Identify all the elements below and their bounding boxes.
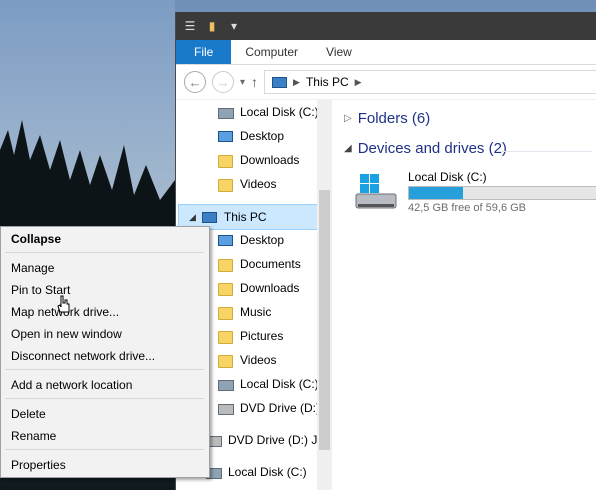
devices-group-header[interactable]: ◢ Devices and drives (2) <box>344 140 507 157</box>
menu-item-open-new-window[interactable]: Open in new window <box>11 327 122 341</box>
recent-locations-icon[interactable]: ▾ <box>240 77 245 88</box>
documents-folder-icon <box>218 256 234 272</box>
nav-item[interactable]: Music <box>218 300 271 324</box>
address-bar[interactable]: ▶ This PC ▶ <box>264 70 596 94</box>
nav-item[interactable]: Videos <box>218 172 276 196</box>
drive-usage-bar <box>408 186 596 200</box>
drive-usage-fill <box>409 187 464 199</box>
tab-file[interactable]: File <box>176 40 232 64</box>
menu-item-manage[interactable]: Manage <box>11 261 54 275</box>
collapse-arrow-icon: ◢ <box>344 143 352 154</box>
forest-silhouette <box>0 120 175 240</box>
breadcrumb-separator-icon: ▶ <box>293 76 300 87</box>
drive-icon <box>218 376 234 392</box>
local-disk-icon <box>355 174 397 209</box>
nav-item[interactable]: Pictures <box>218 324 283 348</box>
menu-separator <box>5 369 204 370</box>
menu-separator <box>5 252 204 253</box>
folders-group-header[interactable]: ▷ Folders (6) <box>344 110 430 127</box>
content-pane: ▷ Folders (6) ◢ Devices and drives (2) Loc… <box>334 100 596 490</box>
nav-item[interactable]: Desktop <box>218 228 284 252</box>
nav-scrollbar[interactable] <box>317 100 332 490</box>
quick-access-dropdown-icon[interactable]: ▾ <box>226 18 242 34</box>
nav-item[interactable]: Documents <box>218 252 301 276</box>
nav-item[interactable]: DVD Drive (D:) <box>218 396 320 420</box>
nav-item[interactable]: Local Disk (C:) <box>206 460 307 484</box>
drive-icon <box>218 104 234 120</box>
group-divider <box>502 151 592 152</box>
properties-icon[interactable]: ☰ <box>182 18 198 34</box>
collapse-arrow-icon[interactable]: ◢ <box>189 212 196 223</box>
nav-item[interactable]: Downloads <box>218 276 299 300</box>
nav-item[interactable]: Videos <box>218 348 276 372</box>
drive-tile[interactable]: Local Disk (C:) 42,5 GB free of 59,6 GB <box>352 170 596 220</box>
desktop-icon <box>218 232 234 248</box>
menu-item-delete[interactable]: Delete <box>11 407 46 421</box>
nav-item[interactable]: Local Disk (C:) <box>218 372 319 396</box>
downloads-folder-icon <box>218 152 234 168</box>
file-explorer-window: ☰ ▮ ▾ File Computer View ← → ▾ ↑ ▶ This … <box>175 12 596 490</box>
context-menu: Collapse Manage Pin to Start Map network… <box>0 226 210 478</box>
up-button[interactable]: ↑ <box>251 74 258 90</box>
menu-item-add-network-location[interactable]: Add a network location <box>11 378 132 392</box>
downloads-folder-icon <box>218 280 234 296</box>
nav-item[interactable]: Local Disk (C:) <box>218 100 319 124</box>
dvd-drive-icon <box>218 400 234 416</box>
breadcrumb-separator-icon[interactable]: ▶ <box>355 77 362 88</box>
drive-free-space: 42,5 GB free of 59,6 GB <box>408 202 527 214</box>
hand-cursor-icon <box>57 295 70 313</box>
tab-computer[interactable]: Computer <box>231 40 312 64</box>
ribbon-tabs: File Computer View <box>176 40 596 65</box>
computer-icon <box>201 209 218 225</box>
music-folder-icon <box>218 304 234 320</box>
expand-arrow-icon: ▷ <box>344 113 352 124</box>
address-path: This PC <box>305 75 349 89</box>
videos-folder-icon <box>218 176 234 192</box>
tab-view[interactable]: View <box>312 40 366 64</box>
menu-separator <box>5 449 204 450</box>
menu-item-disconnect-network-drive[interactable]: Disconnect network drive... <box>11 349 155 363</box>
back-button[interactable]: ← <box>184 71 206 93</box>
drive-name: Local Disk (C:) <box>408 170 487 184</box>
address-bar-row: ← → ▾ ↑ ▶ This PC ▶ <box>176 65 596 100</box>
scrollbar-thumb[interactable] <box>319 190 330 450</box>
menu-item-rename[interactable]: Rename <box>11 429 56 443</box>
nav-item[interactable]: Desktop <box>218 124 284 148</box>
nav-item[interactable]: Downloads <box>218 148 299 172</box>
videos-folder-icon <box>218 352 234 368</box>
new-folder-icon[interactable]: ▮ <box>204 18 220 34</box>
menu-separator <box>5 398 204 399</box>
pictures-folder-icon <box>218 328 234 344</box>
desktop-icon <box>218 128 234 144</box>
menu-item-collapse[interactable]: Collapse <box>11 232 61 246</box>
forward-button[interactable]: → <box>212 71 234 93</box>
computer-icon <box>271 74 288 90</box>
nav-item[interactable]: DVD Drive (D:) JM <box>206 428 327 452</box>
title-bar: ☰ ▮ ▾ <box>176 12 596 40</box>
menu-item-properties[interactable]: Properties <box>11 458 66 472</box>
